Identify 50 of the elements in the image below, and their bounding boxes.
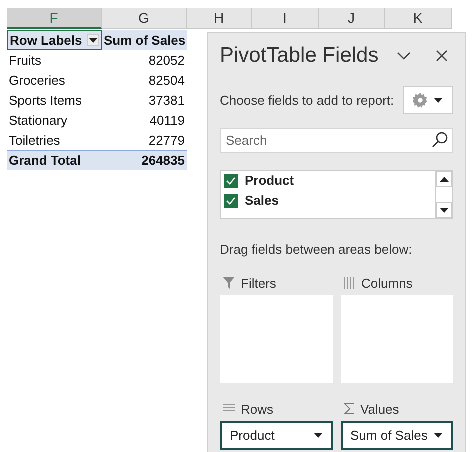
total-cell-text: 264835 [140,153,186,168]
caret-icon [434,98,443,102]
rows-icon [223,404,235,414]
column-header[interactable]: I [252,8,319,29]
table-cell-text: 40119 [148,112,186,128]
row-labels-header[interactable]: Row Labels [7,30,102,50]
total-cell-text: Grand Total [8,153,82,168]
panel-subtitle: Choose fields to add to report: [220,92,394,108]
search-icon [432,132,448,148]
scroll-up-button[interactable] [436,171,452,187]
caret-icon [314,433,322,438]
columns-icon [344,277,356,289]
table-cell-text: Fruits [8,52,42,68]
column-header[interactable]: K [385,8,452,29]
field-name: Product [245,173,294,188]
area-label: Values [360,402,400,416]
table-cell-text: 22779 [148,132,186,148]
table-cell-text: Groceries [8,72,66,88]
caret-icon [440,176,448,182]
table-cell-text: Toiletries [8,132,62,148]
area-label: Rows [241,402,274,416]
checkbox[interactable] [224,194,238,208]
field-name: Sales [245,193,279,208]
search-field[interactable]: Search [220,128,453,153]
caret-icon [434,433,443,438]
column-header[interactable]: G [102,8,187,29]
table-cell-text: Sports Items [8,92,83,108]
filter-icon [223,277,235,289]
scroll-down-button[interactable] [436,202,452,218]
column-header[interactable]: J [319,8,385,29]
checkbox[interactable] [224,174,238,188]
area-label: Filters [241,276,276,290]
area-field-dropdown[interactable]: Product [220,421,332,450]
area-label: Columns [362,276,413,290]
caret-icon [440,208,448,212]
column-header[interactable]: F [7,8,102,29]
sigma-icon [344,403,354,415]
table-cell-text: 82052 [148,52,186,68]
filter-dropdown-button[interactable] [87,34,99,46]
caret-icon [88,38,98,42]
settings-dropdown-button[interactable] [403,86,453,114]
gear-icon [413,92,428,108]
area-field-dropdown[interactable]: Sum of Sales [340,421,453,450]
table-header: Sum of Sales [103,32,187,48]
table-cell-text: 37381 [148,92,186,108]
column-header[interactable]: H [187,8,252,29]
table-cell-text: 82504 [148,72,186,88]
table-cell-text: Stationary [8,112,69,128]
areas-hint: Drag fields between areas below: [220,242,414,257]
panel-title: PivotTable Fields [220,44,379,68]
